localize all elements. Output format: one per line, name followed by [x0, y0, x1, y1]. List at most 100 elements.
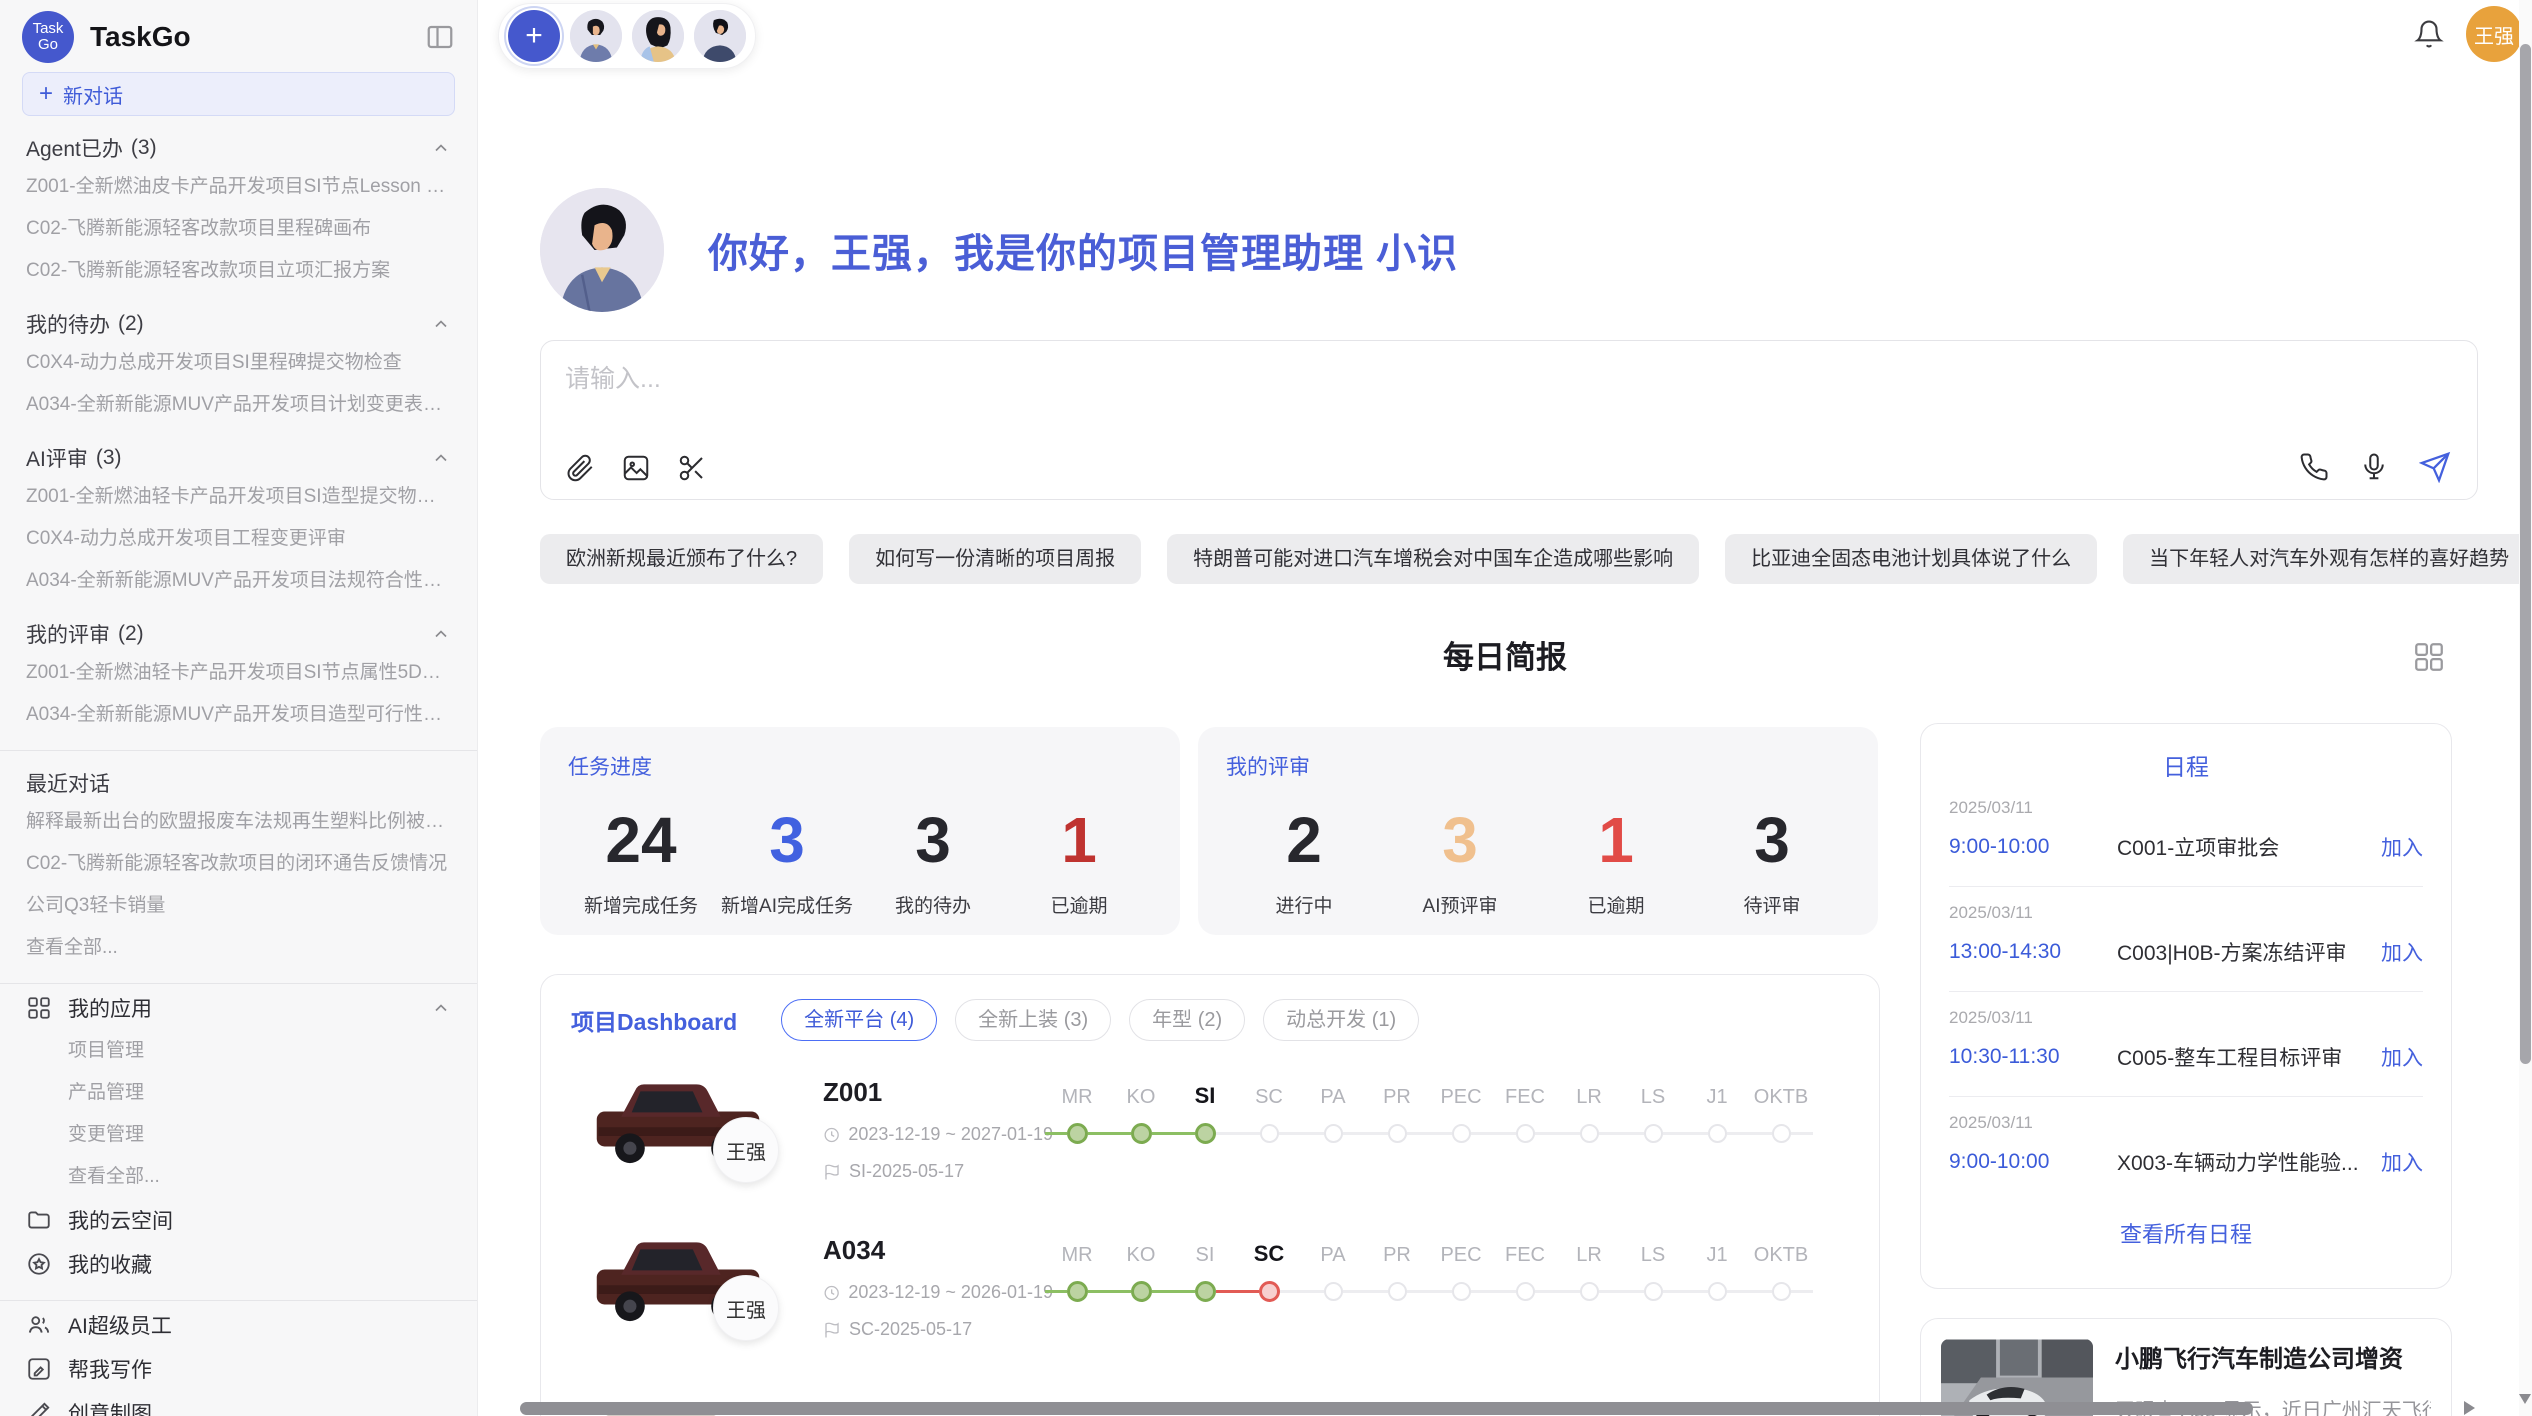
stat-label: 已逾期	[1006, 891, 1152, 918]
sidebar-section-header[interactable]: Agent已办(3)	[0, 130, 477, 166]
sidebar-item[interactable]: A034-全新新能源MUV产品开发项目造型可行性评审	[0, 694, 477, 736]
dashboard-tab[interactable]: 年型 (2)	[1129, 999, 1245, 1041]
sidebar-item[interactable]: Z001-全新燃油皮卡产品开发项目SI节点Lesson Learn报告	[0, 166, 477, 208]
apps-grid-icon	[26, 995, 52, 1021]
input-tools-right	[2299, 451, 2451, 483]
sidebar-item[interactable]: C02-飞腾新能源轻客改款项目里程碑画布	[0, 208, 477, 250]
milestone-label: FEC	[1505, 1077, 1545, 1109]
recent-view-all[interactable]: 查看全部...	[0, 927, 477, 969]
scroll-down-arrow[interactable]	[2519, 1394, 2531, 1404]
my-apps-view-all[interactable]: 查看全部...	[0, 1156, 477, 1198]
recent-chat-item[interactable]: 公司Q3轻卡销量	[0, 885, 477, 927]
dashboard-tab[interactable]: 全新上装 (3)	[955, 999, 1111, 1041]
milestone: LS	[1621, 1235, 1685, 1303]
agent-avatar[interactable]	[570, 10, 622, 62]
sidebar-item[interactable]: A034-全新新能源MUV产品开发项目法规符合性评审	[0, 560, 477, 602]
stat-metric: 3AI预评审	[1382, 805, 1538, 918]
add-agent-button[interactable]: +	[508, 10, 560, 62]
join-button[interactable]: 加入	[2381, 832, 2423, 862]
stat-value: 1	[1538, 805, 1694, 875]
my-apps-subitem[interactable]: 项目管理	[0, 1030, 477, 1072]
dashboard-tab[interactable]: 动总开发 (1)	[1263, 999, 1419, 1041]
sidebar-item-ai-employee[interactable]: AI超级员工	[0, 1303, 477, 1347]
stat-metric: 3我的待办	[860, 805, 1006, 918]
milestone-track: MRKOSISCPAPRPECFECLRLSJ1OKTB	[1045, 1077, 1813, 1145]
suggestion-chip[interactable]: 如何写一份清晰的项目周报	[849, 534, 1141, 584]
milestone: MR	[1045, 1077, 1109, 1145]
milestone-track: MRKOSISCPAPRPECFECLRLSJ1OKTB	[1045, 1235, 1813, 1303]
stat-value: 24	[568, 805, 714, 875]
milestone: LR	[1557, 1077, 1621, 1145]
mic-icon[interactable]	[2359, 452, 2389, 482]
milestone: LR	[1557, 1235, 1621, 1303]
stat-value: 2	[1226, 805, 1382, 875]
write-icon	[26, 1356, 52, 1382]
sidebar-section-header[interactable]: 我的评审(2)	[0, 616, 477, 652]
milestone-dot	[1580, 1282, 1599, 1301]
sidebar-item[interactable]: C0X4-动力总成开发项目工程变更评审	[0, 518, 477, 560]
recent-chat-item[interactable]: 解释最新出台的欧盟报废车法规再生塑料比例被调至15%...	[0, 801, 477, 843]
join-button[interactable]: 加入	[2381, 1147, 2423, 1177]
image-icon[interactable]	[621, 453, 651, 483]
project-row[interactable]: 王强 A034 2023-12-19 ~ 2026-01-19 SC-2025-…	[595, 1233, 1859, 1385]
new-chat-button[interactable]: + 新对话	[22, 72, 455, 116]
sidebar-section-header[interactable]: AI评审(3)	[0, 440, 477, 476]
sidebar-collapse-icon[interactable]	[425, 22, 455, 52]
greeting-block: 你好，王强，我是你的项目管理助理 小识	[540, 188, 1458, 312]
agent-avatar[interactable]	[694, 10, 746, 62]
sidebar-item[interactable]: C02-飞腾新能源轻客改款项目立项汇报方案	[0, 250, 477, 292]
sidebar-item[interactable]: C0X4-动力总成开发项目SI里程碑提交物检查	[0, 342, 477, 384]
event-date: 2025/03/11	[1949, 903, 2423, 923]
milestone-dot	[1324, 1282, 1343, 1301]
agent-avatar[interactable]	[632, 10, 684, 62]
paperclip-icon[interactable]	[565, 453, 595, 483]
new-chat-label: 新对话	[63, 80, 123, 109]
user-avatar[interactable]: 王强	[2466, 6, 2522, 62]
sidebar-item-help-write[interactable]: 帮我写作	[0, 1347, 477, 1391]
join-button[interactable]: 加入	[2381, 1042, 2423, 1072]
suggestion-chip[interactable]: 当下年轻人对汽车外观有怎样的喜好趋势	[2123, 534, 2532, 584]
recent-chat-item[interactable]: C02-飞腾新能源轻客改款项目的闭环通告反馈情况	[0, 843, 477, 885]
milestone-dot	[1708, 1124, 1727, 1143]
project-row[interactable]: 王强 Z001 2023-12-19 ~ 2027-01-19 SI-2025-…	[595, 1075, 1859, 1227]
milestone: PA	[1301, 1235, 1365, 1303]
milestone-dot	[1452, 1124, 1471, 1143]
folder-icon	[26, 1207, 52, 1233]
vertical-scrollbar-thumb[interactable]	[2520, 44, 2531, 1064]
milestone-label: LS	[1641, 1235, 1665, 1267]
horizontal-scrollbar-thumb[interactable]	[520, 1402, 2253, 1415]
milestone-dot	[1580, 1124, 1599, 1143]
milestone-dot	[1067, 1281, 1088, 1302]
scissors-icon[interactable]	[677, 453, 707, 483]
sidebar-item-my-apps[interactable]: 我的应用	[0, 986, 477, 1030]
sidebar-item-cloud-space[interactable]: 我的云空间	[0, 1198, 477, 1242]
join-button[interactable]: 加入	[2381, 937, 2423, 967]
sidebar-item[interactable]: Z001-全新燃油轻卡产品开发项目SI造型提交物评审	[0, 476, 477, 518]
suggestion-chip[interactable]: 欧洲新规最近颁布了什么?	[540, 534, 823, 584]
my-apps-subitem[interactable]: 变更管理	[0, 1114, 477, 1156]
layout-grid-icon[interactable]	[2412, 640, 2446, 674]
suggestion-chip[interactable]: 比亚迪全固态电池计划具体说了什么	[1725, 534, 2097, 584]
logo-line2: Go	[38, 37, 58, 53]
clock-icon	[823, 1126, 840, 1144]
sidebar-item[interactable]: A034-全新新能源MUV产品开发项目计划变更表编写	[0, 384, 477, 426]
milestone-label: PA	[1320, 1235, 1345, 1267]
my-apps-subitem[interactable]: 产品管理	[0, 1072, 477, 1114]
sidebar-item-favorites[interactable]: 我的收藏	[0, 1242, 477, 1286]
sidebar-section-header[interactable]: 我的待办(2)	[0, 306, 477, 342]
notification-bell-icon[interactable]	[2414, 19, 2444, 49]
dashboard-tab[interactable]: 全新平台 (4)	[781, 999, 937, 1041]
cloud-space-label: 我的云空间	[68, 1205, 173, 1235]
suggestion-chip[interactable]: 特朗普可能对进口汽车增税会对中国车企造成哪些影响	[1167, 534, 1699, 584]
my-apps-label: 我的应用	[68, 993, 152, 1023]
scroll-right-arrow[interactable]	[2464, 1401, 2475, 1415]
sidebar-item[interactable]: Z001-全新燃油轻卡产品开发项目SI节点属性5D文件评审	[0, 652, 477, 694]
milestone-label: PR	[1383, 1077, 1411, 1109]
view-all-schedule-link[interactable]: 查看所有日程	[1921, 1201, 2451, 1265]
milestone: KO	[1109, 1077, 1173, 1145]
send-icon[interactable]	[2419, 451, 2451, 483]
chat-input[interactable]	[563, 357, 2163, 423]
sidebar-item-creative-draw[interactable]: 创意制图	[0, 1391, 477, 1416]
milestone: PEC	[1429, 1077, 1493, 1145]
phone-icon[interactable]	[2299, 452, 2329, 482]
